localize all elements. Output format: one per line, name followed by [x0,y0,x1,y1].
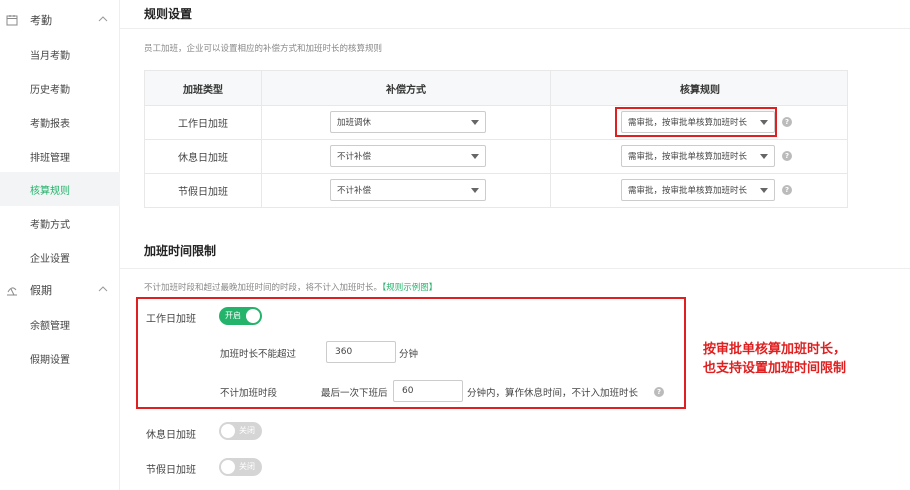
max-duration-input[interactable]: 360 [326,341,396,363]
comp-select[interactable]: 加班调休 [330,111,486,133]
workday-label: 工作日加班 [146,314,196,325]
caret-down-icon [760,188,768,193]
chevron-up-icon[interactable] [98,16,108,22]
question-icon[interactable]: ? [654,387,664,397]
restday-toggle[interactable]: 关闭 [219,422,262,440]
table-row: 节假日加班 不计补偿 需审批，按审批单核算加班时长 ? [145,173,847,207]
sidebar-item-leave-settings[interactable]: 假期设置 [0,341,120,375]
sidebar-group-attendance[interactable]: 考勤 [0,3,120,37]
sidebar-item-rules[interactable]: 核算规则 [0,172,120,206]
sidebar: 考勤 当月考勤 历史考勤 考勤报表 排班管理 核算规则 考勤方式 企业设置 假期… [0,0,120,490]
question-icon[interactable]: ? [782,151,792,161]
sidebar-item-monthly[interactable]: 当月考勤 [0,37,120,71]
holiday-toggle[interactable]: 关闭 [219,458,262,476]
row-type: 工作日加班 [145,106,262,139]
sidebar-item-company[interactable]: 企业设置 [0,240,120,274]
workday-toggle[interactable]: 开启 [219,307,262,325]
question-icon[interactable]: ? [782,117,792,127]
main-content: 规则设置 员工加班，企业可以设置相应的补偿方式和加班时长的核算规则 加班类型 补… [120,0,910,490]
sidebar-item-history[interactable]: 历史考勤 [0,71,120,105]
max-duration-unit: 分钟 [399,349,419,360]
row-type: 休息日加班 [145,140,262,173]
holiday-label: 节假日加班 [146,465,196,476]
rule-select[interactable]: 需审批，按审批单核算加班时长 [621,145,775,167]
comp-select[interactable]: 不计补偿 [330,179,486,201]
header-comp: 补偿方式 [262,71,551,105]
caret-down-icon [471,188,479,193]
section-desc-limit: 不计加班时段和超过最晚加班时间的时段，将不计入加班时长。【规则示例图】 [144,283,438,293]
after-suffix: 分钟内，算作休息时间，不计入加班时长 [467,388,639,399]
annotation-text: 按审批单核算加班时长， 也支持设置加班时间限制 [703,342,847,376]
sidebar-item-method[interactable]: 考勤方式 [0,206,120,240]
rules-table: 加班类型 补偿方式 核算规则 工作日加班 加班调休 需审批，按审批单核算加班时长… [144,70,848,208]
header-rule: 核算规则 [680,84,720,96]
header-type: 加班类型 [145,71,262,105]
highlight-box-rule [615,107,777,137]
table-header: 加班类型 补偿方式 核算规则 [145,71,847,105]
sidebar-group-label: 假期 [30,284,52,297]
beach-icon [7,287,17,296]
divider [120,28,910,29]
table-row: 休息日加班 不计补偿 需审批，按审批单核算加班时长 ? [145,139,847,173]
rule-example-link[interactable]: 【规则示例图】 [382,283,437,293]
caret-down-icon [471,154,479,159]
sidebar-group-leave[interactable]: 假期 [0,273,120,307]
sidebar-group-label: 考勤 [30,14,52,27]
after-label: 最后一次下班后 [321,388,388,399]
section-desc-rules: 员工加班，企业可以设置相应的补偿方式和加班时长的核算规则 [144,44,383,54]
divider [120,268,910,269]
chevron-up-icon[interactable] [98,286,108,292]
caret-down-icon [760,154,768,159]
question-icon[interactable]: ? [782,185,792,195]
exclude-label: 不计加班时段 [220,388,278,399]
section-title-rules: 规则设置 [144,7,193,21]
caret-down-icon [471,120,479,125]
row-type: 节假日加班 [145,174,262,207]
sidebar-item-balance[interactable]: 余额管理 [0,307,120,341]
sidebar-item-report[interactable]: 考勤报表 [0,105,120,139]
section-title-limit: 加班时间限制 [144,244,217,258]
after-input[interactable]: 60 [393,380,463,402]
max-duration-label: 加班时长不能超过 [220,349,297,360]
sidebar-item-schedule[interactable]: 排班管理 [0,139,120,173]
comp-select[interactable]: 不计补偿 [330,145,486,167]
calendar-icon [6,15,18,26]
rule-select[interactable]: 需审批，按审批单核算加班时长 [621,179,775,201]
restday-label: 休息日加班 [146,430,196,441]
